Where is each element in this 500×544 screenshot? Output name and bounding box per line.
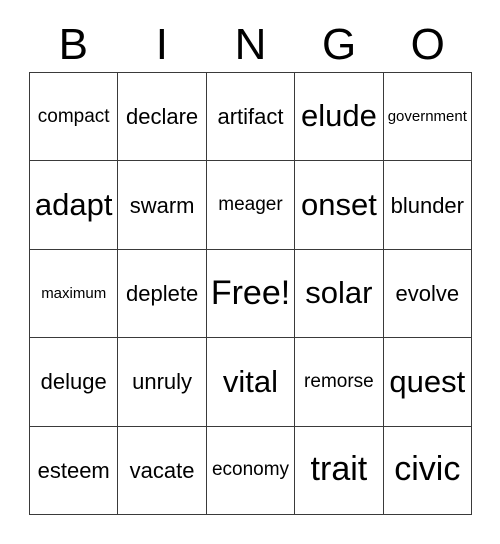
bingo-cell[interactable]: quest bbox=[383, 338, 472, 427]
bingo-cell[interactable]: deplete bbox=[118, 249, 207, 339]
header-letter-o: O bbox=[410, 20, 445, 69]
bingo-cell-label: artifact bbox=[217, 104, 284, 130]
bingo-cell[interactable]: declare bbox=[118, 73, 207, 162]
bingo-cell-label: esteem bbox=[37, 457, 110, 483]
bingo-cell-label: compact bbox=[37, 105, 110, 127]
bingo-cell-label: quest bbox=[389, 363, 466, 399]
bingo-cell-label: remorse bbox=[304, 370, 374, 392]
bingo-header-row: B I N G O bbox=[29, 18, 472, 72]
bingo-cell-label: onset bbox=[300, 186, 377, 222]
header-letter-i: I bbox=[155, 20, 168, 69]
bingo-cell-label: swarm bbox=[129, 192, 195, 218]
bingo-cell-label: deluge bbox=[40, 369, 107, 395]
bingo-cell[interactable]: vacate bbox=[118, 426, 207, 515]
bingo-cell-label: vacate bbox=[129, 457, 195, 483]
bingo-cell-label: civic bbox=[394, 450, 461, 489]
bingo-cell[interactable]: esteem bbox=[30, 426, 119, 515]
bingo-grid: compact declare artifact elude government ada… bbox=[29, 72, 472, 515]
bingo-cell[interactable]: civic bbox=[383, 426, 472, 515]
bingo-cell[interactable]: onset bbox=[295, 161, 384, 250]
bingo-cell[interactable]: swarm bbox=[118, 161, 207, 250]
bingo-cell-label: vital bbox=[222, 363, 279, 399]
bingo-cell-label: adapt bbox=[34, 186, 113, 222]
bingo-cell[interactable]: trait bbox=[295, 426, 384, 515]
bingo-cell[interactable]: government bbox=[383, 73, 472, 162]
bingo-cell-label: evolve bbox=[395, 280, 460, 306]
bingo-cell[interactable]: blunder bbox=[383, 161, 472, 250]
bingo-cell-free[interactable]: Free! bbox=[206, 249, 296, 339]
bingo-cell-label: blunder bbox=[390, 192, 464, 218]
bingo-cell[interactable]: deluge bbox=[30, 338, 119, 427]
header-letter-n: N bbox=[234, 20, 267, 69]
bingo-cell-label: maximum bbox=[41, 284, 107, 302]
bingo-cell[interactable]: compact bbox=[30, 73, 119, 162]
bingo-cell-label: solar bbox=[305, 275, 373, 311]
bingo-cell[interactable]: solar bbox=[295, 249, 384, 339]
bingo-cell[interactable]: adapt bbox=[30, 161, 119, 250]
bingo-cell-label: unruly bbox=[132, 369, 193, 395]
bingo-cell[interactable]: artifact bbox=[206, 73, 296, 162]
bingo-cell-label: trait bbox=[310, 450, 368, 489]
header-letter-g: G bbox=[321, 20, 357, 69]
header-letter-b: B bbox=[58, 20, 88, 69]
bingo-cell[interactable]: remorse bbox=[295, 338, 384, 427]
bingo-cell[interactable]: elude bbox=[295, 73, 384, 162]
bingo-cell[interactable]: evolve bbox=[383, 249, 472, 339]
bingo-cell-label: deplete bbox=[126, 280, 199, 306]
bingo-cell[interactable]: maximum bbox=[30, 249, 119, 339]
bingo-cell[interactable]: vital bbox=[206, 338, 296, 427]
bingo-cell[interactable]: meager bbox=[206, 161, 296, 250]
bingo-cell-label: economy bbox=[211, 459, 290, 481]
bingo-cell-label: declare bbox=[126, 104, 199, 130]
bingo-card: B I N G O compact declare artifact elude gov… bbox=[0, 0, 500, 544]
bingo-cell[interactable]: economy bbox=[206, 426, 296, 515]
bingo-cell-label: elude bbox=[300, 98, 377, 134]
bingo-cell-label: meager bbox=[218, 194, 283, 216]
bingo-cell-label: Free! bbox=[210, 273, 291, 312]
bingo-cell[interactable]: unruly bbox=[118, 338, 207, 427]
bingo-cell-label: government bbox=[387, 107, 467, 125]
